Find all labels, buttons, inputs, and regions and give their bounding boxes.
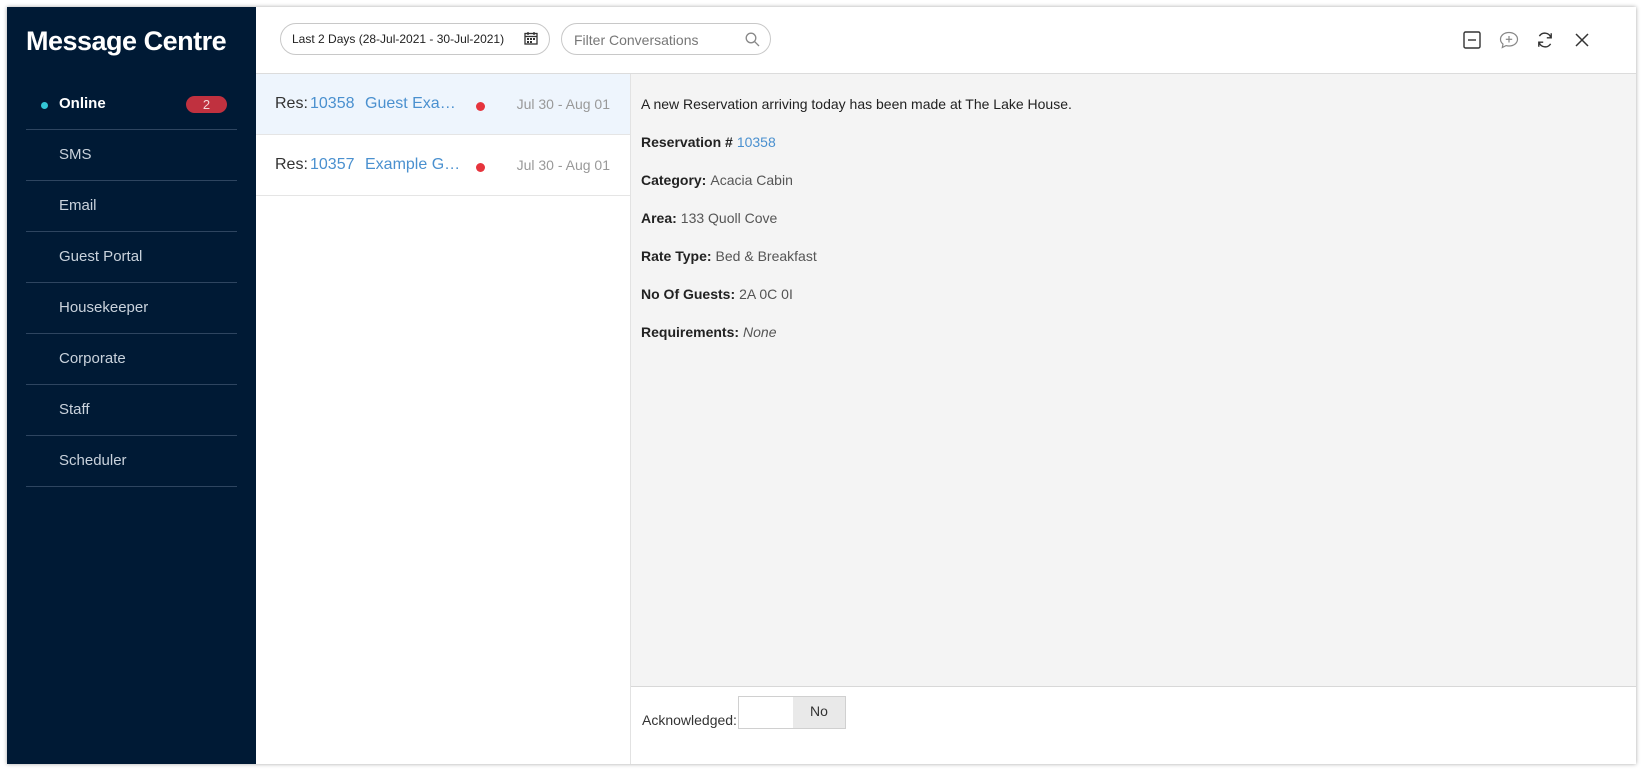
field-label: Reservation # [641,134,733,150]
field-label: No Of Guests: [641,286,736,302]
sidebar-item-label: Corporate [59,350,126,367]
stay-dates: Jul 30 - Aug 01 [516,157,610,173]
chat-add-icon[interactable] [1499,30,1519,50]
sidebar-item-label: Online [59,95,106,112]
unread-indicator-dot [476,102,485,111]
acknowledged-toggle[interactable]: No [738,696,846,729]
guests-field: No Of Guests: 2A 0C 0I [641,286,793,302]
category-field: Category: Acacia Cabin [641,172,793,188]
field-value: None [743,324,777,340]
unread-count-badge: 2 [186,96,227,113]
filter-conversations-field [561,23,771,55]
field-value: 133 Quoll Cove [680,210,778,226]
search-icon[interactable] [745,32,760,52]
sidebar-item-guest-portal[interactable]: Guest Portal [26,232,237,283]
reservation-number-link[interactable]: 10358 [310,95,355,113]
conversation-item[interactable]: Res: 10357 Example Guest Jul 30 - Aug 01 [256,135,630,196]
conversation-list: Res: 10358 Guest Example Jul 30 - Aug 01… [256,74,631,764]
refresh-icon[interactable] [1535,30,1555,50]
field-label: Rate Type: [641,248,712,264]
sidebar-item-label: Email [59,197,97,214]
acknowledged-bar: Acknowledged: No [631,686,1636,764]
reservation-number-field: Reservation #10358 [641,134,776,150]
area-field: Area: 133 Quoll Cove [641,210,777,226]
sidebar-item-label: Staff [59,401,90,418]
conversation-item[interactable]: Res: 10358 Guest Example Jul 30 - Aug 01 [256,74,630,135]
online-status-dot [41,102,48,109]
date-range-label: Last 2 Days (28-Jul-2021 - 30-Jul-2021) [292,32,505,46]
toggle-state-label: No [793,697,845,728]
acknowledged-label: Acknowledged: [642,712,737,728]
reservation-number-link[interactable]: 10357 [310,156,355,174]
sidebar-item-label: Guest Portal [59,248,143,265]
minus-square-icon[interactable] [1462,30,1482,50]
sidebar-item-scheduler[interactable]: Scheduler [26,436,237,487]
field-label: Requirements: [641,324,740,340]
guest-name-link[interactable]: Example Guest [365,156,467,174]
sidebar-item-label: Scheduler [59,452,127,469]
unread-indicator-dot [476,163,485,172]
message-detail-panel: A new Reservation arriving today has bee… [631,74,1636,764]
filter-conversations-input[interactable] [572,29,736,51]
sidebar-item-label: SMS [59,146,92,163]
requirements-field: Requirements: None [641,324,777,340]
field-value: Bed & Breakfast [715,248,817,264]
field-value: 2A 0C 0I [739,286,793,302]
message-intro: A new Reservation arriving today has bee… [641,96,1072,112]
field-value: Acacia Cabin [710,172,793,188]
sidebar-item-sms[interactable]: SMS [26,130,237,181]
date-range-picker[interactable]: Last 2 Days (28-Jul-2021 - 30-Jul-2021) [280,23,550,55]
conversation-prefix: Res: [275,156,308,173]
field-label: Category: [641,172,707,188]
sidebar: Message Centre Online 2 SMS Email Guest … [7,7,256,764]
sidebar-item-staff[interactable]: Staff [26,385,237,436]
sidebar-item-email[interactable]: Email [26,181,237,232]
sidebar-item-housekeeper[interactable]: Housekeeper [26,283,237,334]
sidebar-item-corporate[interactable]: Corporate [26,334,237,385]
sidebar-item-online[interactable]: Online 2 [26,79,237,130]
close-icon[interactable] [1572,30,1592,50]
message-centre-window: Message Centre Online 2 SMS Email Guest … [7,7,1636,764]
conversation-prefix: Res: [275,95,308,112]
sidebar-nav: Online 2 SMS Email Guest Portal Housekee… [26,79,237,487]
stay-dates: Jul 30 - Aug 01 [516,96,610,112]
sidebar-item-label: Housekeeper [59,299,149,316]
field-label: Area: [641,210,677,226]
guest-name-link[interactable]: Guest Example [365,95,467,113]
reservation-number-link[interactable]: 10358 [737,134,776,150]
toolbar: Last 2 Days (28-Jul-2021 - 30-Jul-2021) [256,7,1636,74]
calendar-icon [524,31,538,50]
app-title: Message Centre [26,26,227,56]
rate-type-field: Rate Type: Bed & Breakfast [641,248,817,264]
